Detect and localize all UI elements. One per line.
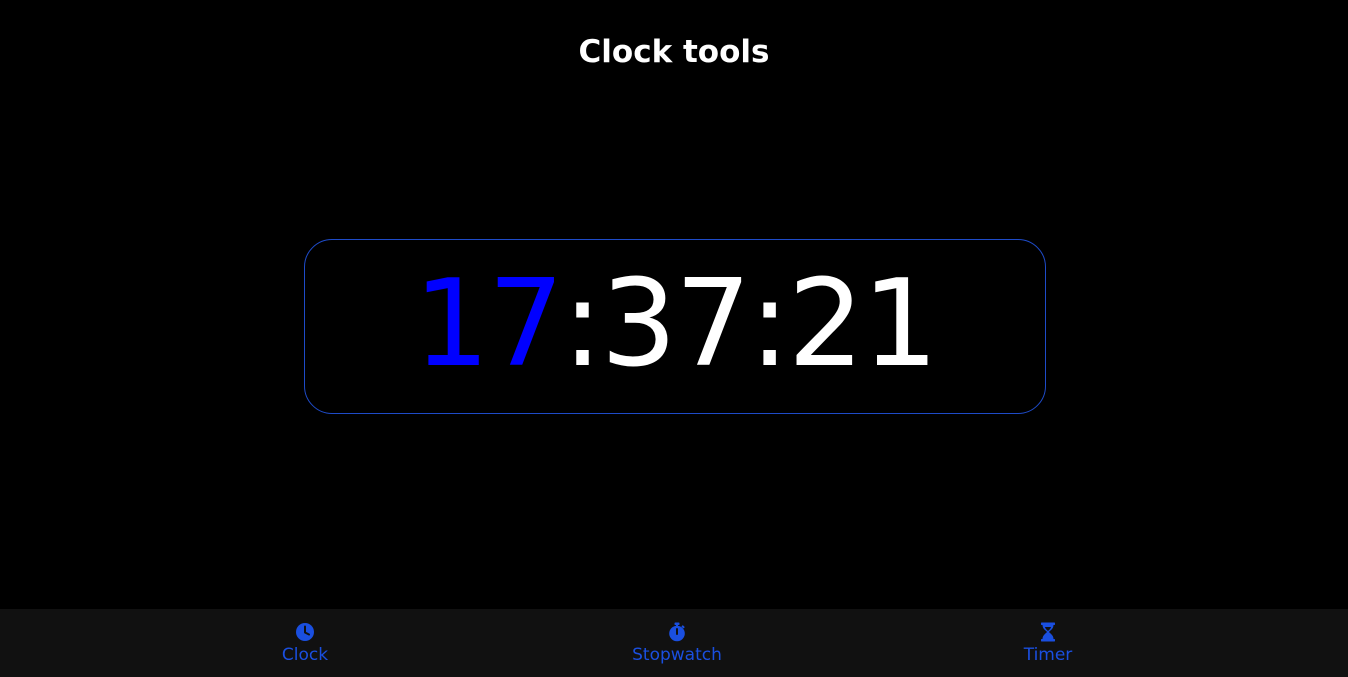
clock-card: 17:37:21 [304,239,1046,414]
nav-item-label: Clock [281,645,329,665]
nav-item-label: Stopwatch [632,645,722,665]
clock-separator: : [562,254,602,394]
clock-seconds: 21 [787,254,939,394]
bottom-nav: Clock Stopwatch Timer [0,609,1348,677]
page-title: Clock tools [578,34,770,70]
app-root: Clock tools 17:37:21 Clock Stopwatch Tim… [0,0,1348,677]
stopwatch-icon [669,622,685,642]
hourglass-icon [1041,622,1055,642]
clock-separator: : [749,254,789,394]
clock-display: 17:37:21 [414,259,939,390]
clock-hours: 17 [413,254,565,394]
clock-icon [296,623,314,641]
nav-item-timer[interactable]: Timer [948,609,1148,677]
nav-item-stopwatch[interactable]: Stopwatch [577,609,777,677]
nav-item-clock[interactable]: Clock [205,609,405,677]
nav-item-label: Timer [1023,645,1073,665]
clock-minutes: 37 [600,254,752,394]
